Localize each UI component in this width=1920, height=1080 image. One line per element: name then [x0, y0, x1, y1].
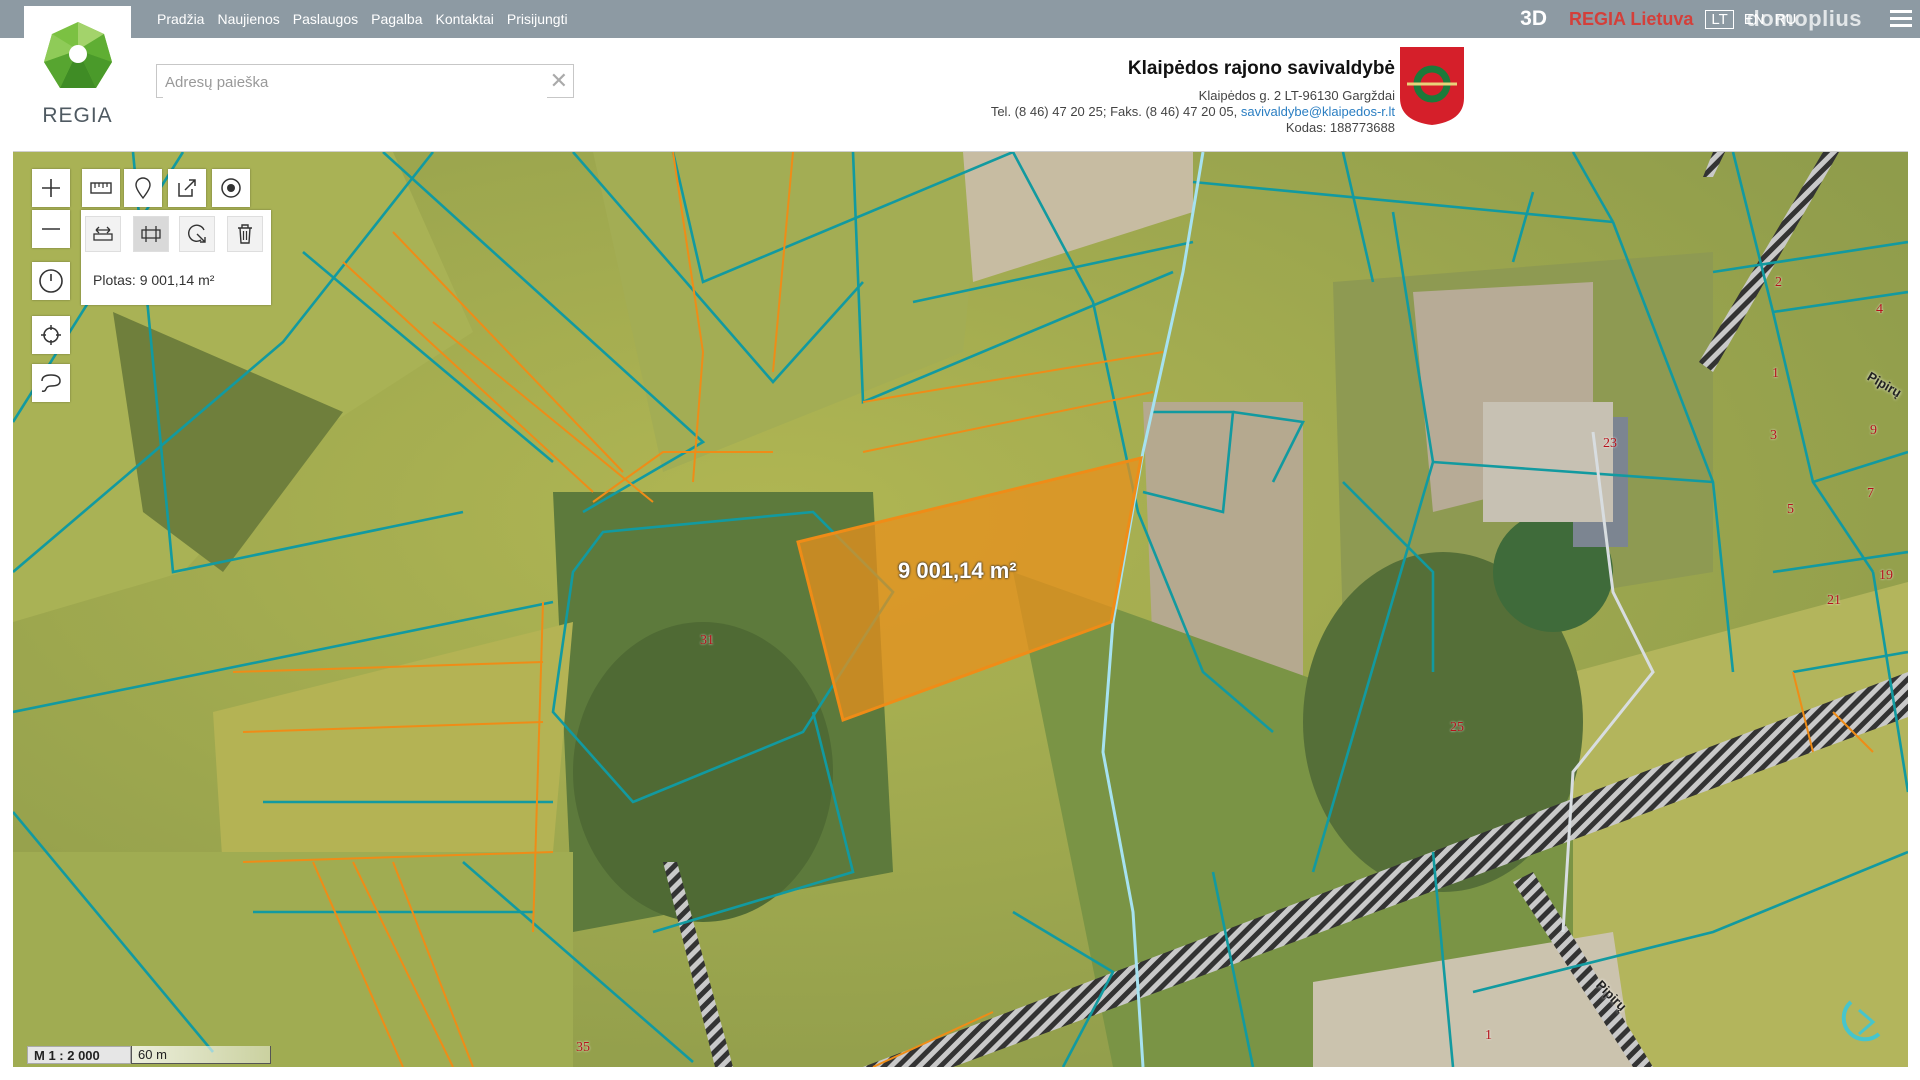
house-number: 3: [1770, 428, 1777, 443]
address-search-input[interactable]: [163, 66, 547, 98]
main-nav: Pradžia Naujienos Paslaugos Pagalba Kont…: [157, 0, 568, 38]
house-number: 19: [1879, 568, 1893, 583]
marker-tool-button[interactable]: [124, 169, 162, 207]
house-number: 21: [1827, 593, 1841, 608]
municipality-code: Kodas: 188773688: [1285, 120, 1395, 135]
crosshair-icon: [41, 325, 61, 345]
scale-distance: 60 m: [131, 1046, 271, 1064]
measure-tool-button[interactable]: [82, 169, 120, 207]
clear-measure-button[interactable]: [227, 216, 263, 252]
regia-lietuva-link[interactable]: REGIA Lietuva: [1569, 9, 1693, 30]
regia-logo-icon: [44, 22, 112, 88]
parcel-area-label: 9 001,14 m²: [898, 558, 1017, 583]
house-number: 25: [1450, 720, 1464, 735]
ruler-icon: [90, 182, 112, 194]
top-right-controls: 3D REGIA Lietuva LT EN RU domoplius: [1520, 0, 1920, 38]
nav-item-naujienos[interactable]: Naujienos: [217, 11, 279, 27]
municipality-name: Klaipėdos rajono savivaldybė: [1127, 58, 1395, 79]
coat-of-arms-icon: [1398, 45, 1466, 128]
target-icon: [221, 178, 241, 198]
scale-bar: M 1 : 2 000 60 m: [27, 1046, 271, 1064]
house-number: 23: [1603, 436, 1617, 451]
map-pin-icon: [135, 177, 151, 199]
regia-logo[interactable]: REGIA: [24, 6, 131, 147]
history-button[interactable]: [32, 262, 70, 300]
municipality-phones: Tel. (8 46) 47 20 25; Faks. (8 46) 47 20…: [990, 104, 1238, 119]
nav-item-pagalba[interactable]: Pagalba: [371, 11, 422, 27]
share-button[interactable]: [168, 169, 206, 207]
measure-area-button[interactable]: [133, 216, 169, 252]
3d-mode-button[interactable]: 3D: [1520, 7, 1547, 31]
municipality-email-link[interactable]: savivaldybe@klaipedos-r.lt: [1241, 104, 1395, 119]
trash-icon: [238, 224, 252, 244]
distance-icon: [93, 226, 113, 241]
measure-distance-button[interactable]: [85, 216, 121, 252]
clock-icon: [39, 269, 63, 293]
locate-button[interactable]: [32, 316, 70, 354]
nav-item-kontaktai[interactable]: Kontaktai: [436, 11, 494, 27]
house-number: 2: [1775, 275, 1782, 290]
address-search: ✕: [156, 64, 574, 98]
share-icon: [178, 179, 196, 197]
house-number: 31: [700, 633, 714, 648]
municipality-contacts: Tel. (8 46) 47 20 25; Faks. (8 46) 47 20…: [991, 104, 1395, 120]
nav-item-paslaugos[interactable]: Paslaugos: [293, 11, 358, 27]
house-number: 1: [1485, 1028, 1492, 1043]
house-number: 7: [1867, 486, 1874, 501]
hamburger-menu-icon[interactable]: [1890, 10, 1912, 28]
house-number: 35: [576, 1040, 590, 1055]
plus-icon: [42, 179, 60, 197]
area-icon: [141, 226, 161, 242]
municipality-address: Klaipėdos g. 2 LT-96130 Gargždai: [1198, 88, 1395, 103]
top-nav-bar: Pradžia Naujienos Paslaugos Pagalba Kont…: [0, 0, 1920, 38]
clear-search-icon[interactable]: ✕: [550, 68, 568, 94]
radius-icon: [188, 224, 206, 243]
house-number: 9: [1870, 423, 1877, 438]
house-number: 1: [1772, 366, 1779, 381]
logo-text: REGIA: [42, 104, 113, 127]
municipality-info: Klaipėdos rajono savivaldybė Klaipėdos g…: [991, 58, 1395, 136]
scale-ratio: M 1 : 2 000: [27, 1046, 131, 1064]
area-readout: Plotas: 9 001,14 m²: [93, 272, 215, 288]
zoom-in-button[interactable]: [32, 169, 70, 207]
minus-icon: [42, 228, 60, 230]
nav-item-pradzia[interactable]: Pradžia: [157, 11, 204, 27]
lasso-select-button[interactable]: [32, 364, 70, 402]
ortho-map-canvas[interactable]: [13, 152, 1908, 1067]
language-lt[interactable]: LT: [1705, 9, 1734, 29]
layers-toggle-button[interactable]: [212, 169, 250, 207]
watermark-text: domoplius: [1746, 6, 1862, 31]
map-view[interactable]: 9 001,14 m² 31 23 25 2 4 1 3 9 5 7 21 19…: [13, 151, 1908, 1067]
house-number: 5: [1787, 502, 1794, 517]
house-number: 4: [1876, 302, 1883, 317]
zoom-out-button[interactable]: [32, 210, 70, 248]
nav-item-prisijungti[interactable]: Prisijungti: [507, 11, 568, 27]
measure-panel: Plotas: 9 001,14 m²: [81, 210, 271, 305]
measure-radius-button[interactable]: [179, 216, 215, 252]
lasso-icon: [41, 374, 61, 392]
